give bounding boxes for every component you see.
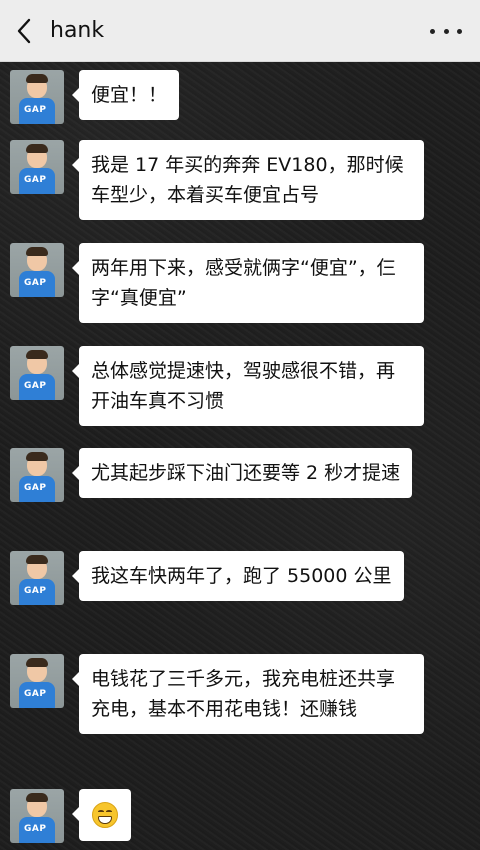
avatar-logo: GAP: [24, 483, 47, 493]
message-bubble[interactable]: 尤其起步踩下油门还要等 2 秒才提速: [71, 448, 413, 498]
avatar-logo: GAP: [24, 105, 47, 115]
message-bubble[interactable]: 我这车快两年了，跑了 55000 公里: [72, 551, 404, 601]
chat-header: hank: [0, 0, 480, 62]
dot-icon: [430, 28, 435, 34]
message-list[interactable]: GAP 便宜！！ GAP 我是 17 年买的奔奔 EV180，那时候车型少，本着…: [0, 62, 480, 850]
grinning-face-icon: [92, 802, 118, 828]
avatar[interactable]: GAP: [10, 243, 64, 297]
avatar-logo: GAP: [24, 586, 47, 596]
more-options-button[interactable]: [430, 19, 462, 43]
message-bubble[interactable]: 我是 17 年买的奔奔 EV180，那时候车型少，本着买车便宜占号: [72, 140, 424, 220]
avatar[interactable]: GAP: [10, 448, 64, 502]
avatar-logo: GAP: [24, 689, 47, 699]
message-bubble[interactable]: [72, 789, 131, 841]
avatar[interactable]: GAP: [10, 140, 64, 194]
avatar-logo: GAP: [24, 381, 47, 391]
message-bubble[interactable]: 总体感觉提速快，驾驶感很不错，再开油车真不习惯: [72, 346, 424, 426]
back-button[interactable]: [0, 0, 48, 62]
avatar[interactable]: GAP: [10, 789, 64, 843]
avatar-logo: GAP: [24, 175, 47, 185]
dot-icon: [443, 28, 449, 34]
dot-icon: [457, 28, 462, 34]
chevron-left-icon: [17, 18, 31, 43]
message-bubble[interactable]: 电钱花了三千多元，我充电桩还共享充电，基本不用花电钱！还赚钱: [72, 654, 424, 734]
chat-title: hank: [50, 18, 105, 43]
avatar[interactable]: GAP: [10, 551, 64, 605]
avatar-logo: GAP: [24, 278, 47, 288]
avatar[interactable]: GAP: [10, 654, 64, 708]
message-bubble[interactable]: 便宜！！: [71, 70, 180, 120]
avatar[interactable]: GAP: [10, 70, 64, 124]
message-bubble[interactable]: 两年用下来，感受就俩字“便宜”，仨字“真便宜”: [72, 243, 424, 323]
avatar-logo: GAP: [24, 824, 47, 834]
avatar[interactable]: GAP: [10, 346, 64, 400]
